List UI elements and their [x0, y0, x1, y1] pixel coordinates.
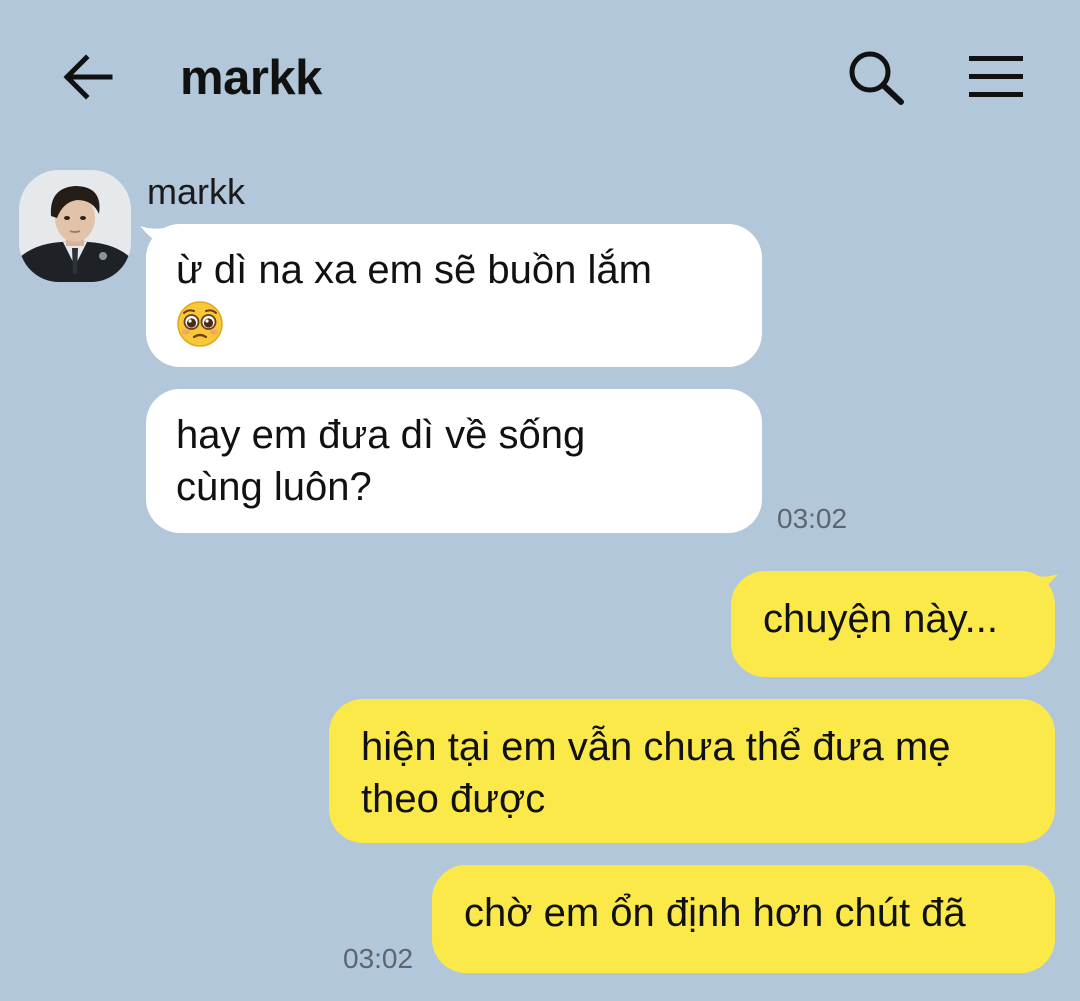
arrow-left-icon: [63, 54, 113, 100]
search-button[interactable]: [846, 50, 906, 106]
pleading-face-emoji: [177, 301, 223, 348]
message-text: ừ dì na xa em sẽ buồn lắm: [176, 248, 652, 292]
search-icon: [849, 51, 904, 105]
outgoing-message[interactable]: chuyện này...: [731, 571, 1055, 677]
message-text: chờ em ổn định hơn chút đã: [464, 891, 966, 935]
hamburger-menu-icon: [969, 56, 1023, 97]
message-text: chuyện này...: [763, 597, 998, 641]
incoming-message[interactable]: hay em đưa dì về sống cùng luôn?: [146, 389, 762, 533]
profile-photo-icon: [19, 170, 131, 282]
back-button[interactable]: [58, 50, 118, 104]
message-text: hiện tại em vẫn chưa thể đưa mẹ: [361, 725, 951, 769]
menu-button[interactable]: [965, 52, 1027, 102]
message-timestamp: 03:02: [343, 943, 414, 974]
incoming-message[interactable]: ừ dì na xa em sẽ buồn lắm: [146, 224, 762, 367]
chat-title: markk: [180, 51, 322, 105]
sender-name: markk: [147, 171, 245, 212]
message-text: cùng luôn?: [176, 465, 372, 509]
avatar[interactable]: [19, 170, 131, 282]
message-text: theo được: [361, 777, 546, 821]
outgoing-message[interactable]: chờ em ổn định hơn chút đã: [432, 865, 1055, 973]
outgoing-message[interactable]: hiện tại em vẫn chưa thể đưa mẹ theo đượ…: [329, 699, 1055, 843]
message-text: hay em đưa dì về sống: [176, 413, 586, 457]
message-timestamp: 03:02: [777, 503, 848, 534]
